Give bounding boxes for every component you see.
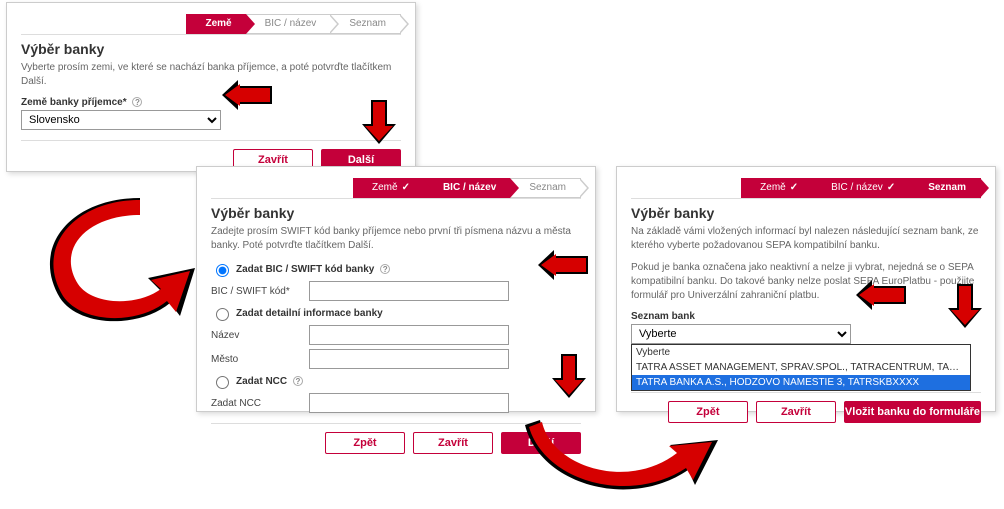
check-icon: ✓: [402, 182, 410, 193]
step-bic[interactable]: BIC / název: [424, 178, 511, 198]
help-icon[interactable]: ?: [293, 376, 303, 386]
city-row: Město: [211, 349, 581, 369]
step-zeme[interactable]: Země✓: [741, 178, 813, 198]
panel2-buttons: Zpět Zavřít Další: [211, 423, 581, 454]
bank-option-1[interactable]: TATRA ASSET MANAGEMENT, SPRAV.SPOL., TAT…: [632, 360, 970, 375]
close-button[interactable]: Zavřít: [756, 401, 836, 423]
radio-row-bic: Zadat BIC / SWIFT kód banky ?: [211, 261, 581, 277]
wizard-steps: Země✓ BIC / název Seznam: [211, 177, 581, 199]
step-seznam[interactable]: Seznam: [330, 14, 401, 34]
wizard-steps: Země✓ BIC / název✓ Seznam: [631, 177, 981, 199]
insert-bank-button[interactable]: Vložit banku do formuláře: [844, 401, 981, 423]
panel-title: Výběr banky: [21, 41, 401, 57]
panel-step2: Země✓ BIC / název Seznam Výběr banky Zad…: [196, 166, 596, 412]
panel-step3: Země✓ BIC / název✓ Seznam Výběr banky Na…: [616, 166, 996, 412]
country-select[interactable]: Slovensko: [21, 110, 221, 130]
name-input[interactable]: [309, 325, 509, 345]
step-bic[interactable]: BIC / název: [246, 14, 332, 34]
ncc-label: Zadat NCC: [211, 398, 301, 409]
panel-step1: Země BIC / název Seznam Výběr banky Vybe…: [6, 2, 416, 172]
radio-detail[interactable]: [216, 308, 229, 321]
flow-arrow-icon: [30, 188, 200, 338]
help-icon[interactable]: ?: [380, 264, 390, 274]
step-seznam[interactable]: Seznam: [510, 178, 581, 198]
panel1-description: Vyberte prosím zemi, ve které se nachází…: [21, 61, 401, 89]
step-bic[interactable]: BIC / název✓: [812, 178, 910, 198]
bank-option-2[interactable]: TATRA BANKA A.S., HODZOVO NAMESTIE 3, TA…: [632, 375, 970, 390]
panel3-buttons: Zpět Zavřít Vložit banku do formuláře: [631, 392, 981, 423]
panel3-desc2: Pokud je banka označena jako neaktivní a…: [631, 261, 981, 303]
radio-row-ncc: Zadat NCC ?: [211, 373, 581, 389]
ncc-input[interactable]: [309, 393, 509, 413]
back-button[interactable]: Zpět: [325, 432, 405, 454]
bic-label: BIC / SWIFT kód*: [211, 286, 301, 297]
panel-title: Výběr banky: [211, 205, 581, 221]
radio-ncc-label: Zadat NCC ?: [236, 376, 303, 387]
ncc-row: Zadat NCC: [211, 393, 581, 413]
name-label: Název: [211, 330, 301, 341]
bic-input[interactable]: [309, 281, 509, 301]
step-seznam[interactable]: Seznam: [909, 178, 981, 198]
bank-option-placeholder[interactable]: Vyberte: [632, 345, 970, 360]
close-button[interactable]: Zavřít: [413, 432, 493, 454]
bic-row: BIC / SWIFT kód*: [211, 281, 581, 301]
help-icon[interactable]: ?: [132, 97, 142, 107]
panel-title: Výběr banky: [631, 205, 981, 221]
city-label: Město: [211, 354, 301, 365]
bank-select[interactable]: Vyberte: [631, 324, 851, 344]
check-icon: ✓: [790, 182, 798, 193]
radio-ncc[interactable]: [216, 376, 229, 389]
panel2-description: Zadejte prosím SWIFT kód banky příjemce …: [211, 225, 581, 253]
radio-bic-label: Zadat BIC / SWIFT kód banky ?: [236, 264, 390, 275]
panel3-desc1: Na základě vámi vložených informací byl …: [631, 225, 981, 253]
next-button[interactable]: Další: [501, 432, 581, 454]
country-label: Země banky příjemce* ?: [21, 97, 401, 108]
step-zeme[interactable]: Země✓: [353, 178, 425, 198]
check-icon: ✓: [887, 182, 895, 193]
radio-detail-label: Zadat detailní informace banky: [236, 308, 383, 319]
wizard-steps: Země BIC / název Seznam: [21, 13, 401, 35]
radio-row-detail: Zadat detailní informace banky: [211, 305, 581, 321]
bank-dropdown-list[interactable]: Vyberte TATRA ASSET MANAGEMENT, SPRAV.SP…: [631, 344, 971, 391]
back-button[interactable]: Zpět: [668, 401, 748, 423]
name-row: Název: [211, 325, 581, 345]
radio-bic[interactable]: [216, 264, 229, 277]
city-input[interactable]: [309, 349, 509, 369]
banklist-label: Seznam bank: [631, 311, 981, 322]
step-zeme[interactable]: Země: [186, 14, 246, 34]
